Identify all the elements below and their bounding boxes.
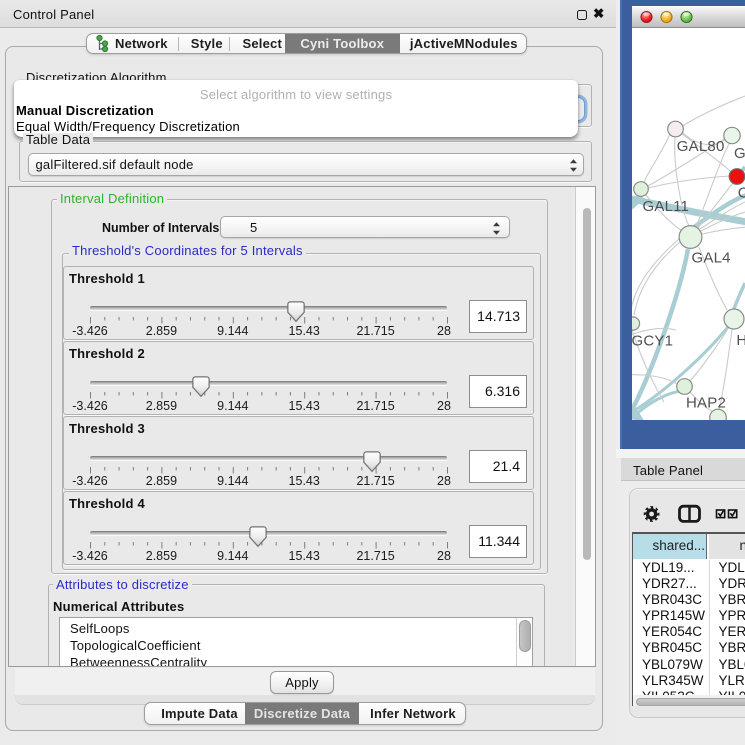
svg-text:C: C (738, 185, 745, 202)
svg-text:H: H (736, 332, 745, 349)
svg-text:GAL4: GAL4 (692, 250, 731, 267)
svg-text:HAP2: HAP2 (686, 395, 726, 412)
svg-text:GAL80: GAL80 (677, 138, 725, 155)
svg-text:GCY1: GCY1 (632, 333, 674, 350)
svg-text:GA: GA (734, 145, 745, 162)
svg-text:GAL11: GAL11 (643, 198, 690, 215)
